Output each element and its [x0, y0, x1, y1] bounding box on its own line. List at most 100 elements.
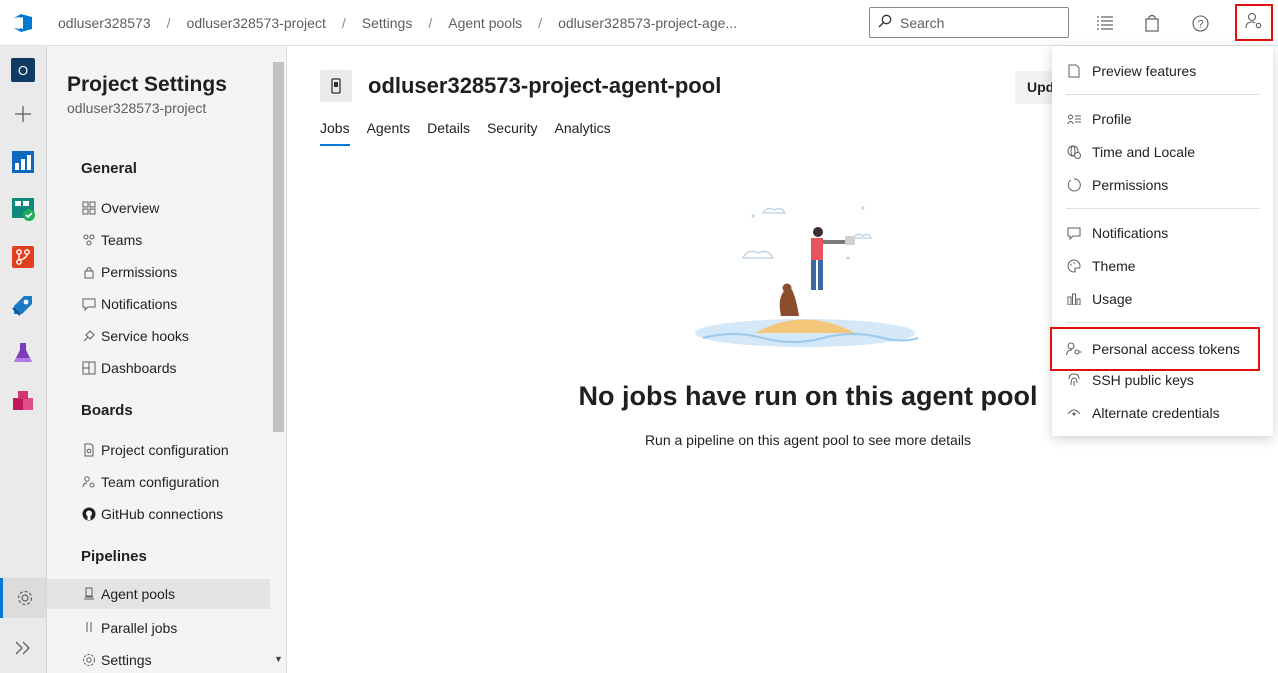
- scroll-down-arrow-icon[interactable]: ▼: [274, 654, 283, 664]
- nav-item-notifications[interactable]: Notifications: [47, 289, 270, 319]
- pipelines-icon[interactable]: [0, 285, 46, 325]
- breadcrumb-separator: /: [341, 14, 346, 31]
- breadcrumb-agent-pool[interactable]: odluser328573-project-age...: [558, 15, 737, 31]
- azure-devops-logo-icon[interactable]: [0, 0, 46, 46]
- breadcrumb-separator: /: [538, 14, 543, 31]
- boards-icon[interactable]: [0, 189, 46, 229]
- search-placeholder: Search: [900, 14, 945, 31]
- nav-item-pipeline-settings[interactable]: Settings: [47, 645, 270, 673]
- menu-item-profile[interactable]: Profile: [1052, 103, 1273, 135]
- chat-icon: [81, 296, 97, 312]
- tab-security[interactable]: Security: [487, 120, 538, 146]
- settings-title: Project Settings: [67, 73, 227, 96]
- menu-item-label: Theme: [1092, 258, 1136, 274]
- agent-pool-header-icon: [320, 70, 352, 102]
- search-input[interactable]: Search: [869, 7, 1069, 38]
- github-icon: [81, 506, 97, 522]
- menu-item-label: Personal access tokens: [1092, 341, 1240, 357]
- parallel-icon: [81, 620, 97, 636]
- settings-subtitle: odluser328573-project: [67, 100, 207, 116]
- menu-divider: [1066, 322, 1260, 323]
- help-icon[interactable]: ?: [1188, 11, 1212, 35]
- user-settings-button[interactable]: [1235, 4, 1273, 41]
- organization-avatar[interactable]: O: [0, 50, 46, 90]
- menu-divider: [1066, 94, 1260, 95]
- fingerprint-icon: [1066, 372, 1082, 388]
- nav-item-dashboards[interactable]: Dashboards: [47, 353, 270, 383]
- nav-item-label: Notifications: [101, 296, 178, 312]
- breadcrumb-project[interactable]: odluser328573-project: [187, 15, 326, 31]
- dashboard-icon: [81, 360, 97, 376]
- lock-icon: [81, 264, 97, 280]
- nav-item-label: Dashboards: [101, 360, 177, 376]
- menu-item-theme[interactable]: Theme: [1052, 250, 1273, 282]
- nav-item-teams[interactable]: Teams: [47, 225, 270, 255]
- nav-item-project-configuration[interactable]: Project configuration: [47, 435, 270, 465]
- menu-item-label: Usage: [1092, 291, 1133, 307]
- section-pipelines: Pipelines: [81, 548, 147, 565]
- tab-jobs[interactable]: Jobs: [320, 120, 350, 146]
- globe-clock-icon: [1066, 144, 1082, 160]
- nav-item-label: Project configuration: [101, 442, 229, 458]
- bar-chart-icon: [1066, 291, 1082, 307]
- palette-icon: [1066, 258, 1082, 274]
- nav-item-label: Team configuration: [101, 474, 220, 490]
- nav-item-label: Settings: [101, 652, 152, 668]
- page-title: odluser328573-project-agent-pool: [368, 73, 722, 98]
- nav-item-permissions[interactable]: Permissions: [47, 257, 270, 287]
- menu-item-notifications[interactable]: Notifications: [1052, 217, 1273, 249]
- artifacts-icon[interactable]: [0, 381, 46, 421]
- menu-item-permissions[interactable]: Permissions: [1052, 169, 1273, 201]
- menu-item-preview-features[interactable]: Preview features: [1052, 55, 1273, 87]
- menu-item-label: Time and Locale: [1092, 144, 1195, 160]
- nav-item-team-configuration[interactable]: Team configuration: [47, 467, 270, 497]
- menu-item-label: SSH public keys: [1092, 372, 1194, 388]
- project-settings-icon[interactable]: [0, 578, 46, 618]
- organization-initial: O: [11, 58, 35, 82]
- team-settings-icon: [81, 474, 97, 490]
- test-plans-icon[interactable]: [0, 333, 46, 373]
- nav-item-service-hooks[interactable]: Service hooks: [47, 321, 270, 351]
- breadcrumb-separator: /: [166, 14, 171, 31]
- expand-icon[interactable]: [0, 628, 46, 668]
- nav-scrollbar-thumb[interactable]: [273, 62, 284, 432]
- breadcrumb-settings[interactable]: Settings: [362, 15, 413, 31]
- nav-item-label: Overview: [101, 200, 160, 216]
- tab-agents[interactable]: Agents: [367, 120, 411, 146]
- chat-icon: [1066, 225, 1082, 241]
- breadcrumb-org[interactable]: odluser328573: [58, 15, 151, 31]
- marketplace-bag-icon[interactable]: [1140, 11, 1164, 35]
- nav-item-label: Service hooks: [101, 328, 189, 344]
- nav-item-label: Agent pools: [101, 586, 175, 602]
- agent-pool-icon: [81, 586, 97, 602]
- menu-item-ssh-public-keys[interactable]: SSH public keys: [1052, 364, 1273, 396]
- tab-details[interactable]: Details: [427, 120, 470, 146]
- menu-item-label: Preview features: [1092, 63, 1197, 79]
- menu-item-usage[interactable]: Usage: [1052, 283, 1273, 315]
- overview-icon[interactable]: [0, 142, 46, 182]
- section-general: General: [81, 160, 137, 177]
- menu-item-label: Profile: [1092, 111, 1132, 127]
- menu-item-time-and-locale[interactable]: Time and Locale: [1052, 136, 1273, 168]
- menu-item-alternate-credentials[interactable]: Alternate credentials: [1052, 397, 1273, 429]
- teams-icon: [81, 232, 97, 248]
- nav-item-parallel-jobs[interactable]: Parallel jobs: [47, 613, 270, 643]
- breadcrumb: odluser328573 / odluser328573-project / …: [58, 0, 737, 46]
- tab-analytics[interactable]: Analytics: [555, 120, 611, 146]
- eye-icon: [1066, 405, 1082, 421]
- menu-item-label: Alternate credentials: [1092, 405, 1220, 421]
- nav-item-github-connections[interactable]: GitHub connections: [47, 499, 270, 529]
- user-key-icon: [1066, 341, 1082, 357]
- section-boards: Boards: [81, 402, 133, 419]
- breadcrumb-agent-pools[interactable]: Agent pools: [448, 15, 522, 31]
- refresh-circle-icon: [1066, 177, 1082, 193]
- pool-tabs: Jobs Agents Details Security Analytics: [320, 120, 628, 146]
- add-icon[interactable]: [0, 94, 46, 134]
- nav-item-overview[interactable]: Overview: [47, 193, 270, 223]
- nav-item-agent-pools[interactable]: Agent pools: [47, 579, 270, 609]
- menu-divider: [1066, 208, 1260, 209]
- nav-scrollbar[interactable]: [270, 62, 286, 673]
- repos-icon[interactable]: [0, 237, 46, 277]
- task-list-icon[interactable]: [1093, 11, 1117, 35]
- user-settings-menu: Preview features Profile Time and Locale…: [1050, 46, 1273, 436]
